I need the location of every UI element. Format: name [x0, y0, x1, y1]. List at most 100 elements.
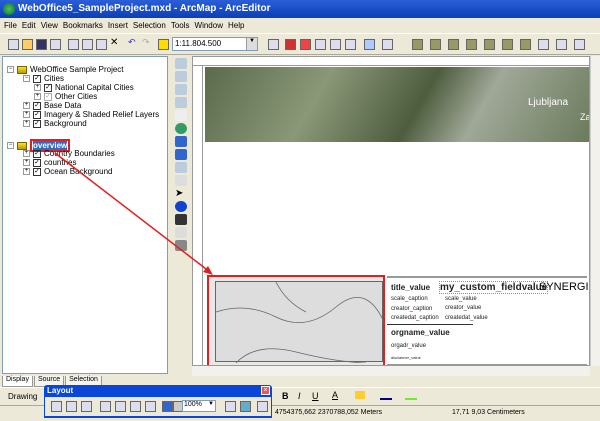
zoom-combo[interactable]: 100% ▼ [182, 400, 216, 412]
menu-edit[interactable]: Edit [22, 21, 36, 30]
collapse-icon[interactable]: − [7, 142, 14, 149]
zoom-out-page-icon[interactable] [66, 401, 77, 412]
model-icon[interactable] [330, 39, 341, 50]
tool-icon[interactable] [382, 39, 393, 50]
vertical-scrollbar[interactable] [590, 56, 600, 366]
change-layout-icon[interactable] [257, 401, 268, 412]
expand-icon[interactable]: + [23, 150, 30, 157]
back-icon[interactable] [175, 136, 187, 147]
whats-this-icon[interactable] [345, 39, 356, 50]
drawing-menu[interactable]: Drawing [8, 392, 37, 401]
toc-layer-cities[interactable]: − ✓ Cities [23, 74, 64, 83]
copy-icon[interactable] [82, 39, 93, 50]
save-icon[interactable] [36, 39, 47, 50]
zoom-in-page-icon[interactable] [51, 401, 62, 412]
marker-color-icon[interactable] [405, 398, 417, 400]
delete-icon[interactable]: ✕ [110, 37, 121, 48]
menu-view[interactable]: View [41, 21, 58, 30]
paste-icon[interactable] [96, 39, 107, 50]
fixed-zoom-in-icon[interactable] [100, 401, 111, 412]
fixed-zoom-in-icon[interactable] [175, 84, 187, 95]
toc-layer-base[interactable]: + ✓ Base Data [23, 101, 81, 110]
zoom-100-icon[interactable] [145, 401, 156, 412]
toc-layer-imagery[interactable]: + ✓ Imagery & Shaded Relief Layers [23, 110, 159, 119]
bold-button[interactable]: B [282, 391, 289, 401]
checkbox[interactable]: ✓ [33, 158, 41, 167]
underline-button[interactable]: U [312, 391, 319, 401]
menu-window[interactable]: Window [195, 21, 223, 30]
checkbox[interactable]: ✓ [44, 92, 52, 101]
pan-page-icon[interactable] [81, 401, 92, 412]
select-elements-icon[interactable]: ➤ [175, 188, 187, 199]
fill-color-icon[interactable] [355, 391, 365, 399]
hyperlink-icon[interactable] [175, 240, 187, 251]
font-color-icon[interactable]: A [332, 390, 338, 400]
measure-icon[interactable] [175, 227, 187, 238]
find-icon[interactable] [175, 214, 187, 225]
layout-edit-icon[interactable] [364, 39, 375, 50]
line-color-icon[interactable] [380, 398, 392, 400]
layout-view[interactable]: Ljubljana Zag title_value my_custom_fiel… [192, 56, 590, 366]
align-icon[interactable] [484, 39, 495, 50]
toc-layer-other[interactable]: + ✓ Other Cities [34, 92, 97, 101]
zoom-out-icon[interactable] [175, 71, 187, 82]
expand-icon[interactable]: + [23, 102, 30, 109]
align-icon[interactable] [412, 39, 423, 50]
checkbox[interactable]: ✓ [33, 101, 41, 110]
align-icon[interactable] [466, 39, 477, 50]
chevron-down-icon[interactable]: ▼ [208, 401, 214, 407]
grid-icon[interactable] [538, 39, 549, 50]
checkbox[interactable]: ✓ [33, 149, 41, 158]
toc-dataframe-webofffice[interactable]: − WebOffice Sample Project [7, 65, 124, 74]
new-icon[interactable] [8, 39, 19, 50]
open-icon[interactable] [22, 39, 33, 50]
horizontal-scrollbar[interactable] [192, 366, 590, 376]
print-icon[interactable] [50, 39, 61, 50]
cut-icon[interactable] [68, 39, 79, 50]
identify-icon[interactable] [175, 201, 187, 212]
fixed-zoom-out-icon[interactable] [115, 401, 126, 412]
menu-selection[interactable]: Selection [133, 21, 166, 30]
full-extent-icon[interactable] [175, 123, 187, 134]
forward-icon[interactable] [175, 149, 187, 160]
expand-icon[interactable]: + [23, 111, 30, 118]
focus-data-frame-icon[interactable] [240, 401, 251, 412]
close-icon[interactable]: × [261, 386, 270, 395]
toggle-draft-icon[interactable] [225, 401, 236, 412]
layout-toolbar[interactable]: Layout × 100% ▼ [44, 385, 272, 418]
command-line-icon[interactable] [315, 39, 326, 50]
checkbox[interactable]: ✓ [33, 110, 41, 119]
map-scale-combo[interactable]: 1:11.804.500 ▼ [172, 37, 258, 51]
overview-map-frame[interactable] [207, 275, 385, 365]
zoom-in-icon[interactable] [175, 58, 187, 69]
menu-bookmarks[interactable]: Bookmarks [63, 21, 103, 30]
redo-icon[interactable]: ↷ [142, 37, 153, 48]
menu-tools[interactable]: Tools [171, 21, 190, 30]
tab-display[interactable]: Display [2, 376, 33, 387]
expand-icon[interactable]: + [34, 93, 41, 100]
arctoolbox-icon[interactable] [285, 39, 296, 50]
editor-icon[interactable] [268, 39, 279, 50]
checkbox[interactable]: ✓ [33, 167, 41, 176]
chevron-down-icon[interactable]: ▼ [246, 38, 257, 50]
arccatalog-icon[interactable] [300, 39, 311, 50]
toc-layer-national[interactable]: + ✓ National Capital Cities [34, 83, 134, 92]
checkbox[interactable]: ✓ [44, 83, 52, 92]
collapse-icon[interactable]: − [7, 66, 14, 73]
align-icon[interactable] [430, 39, 441, 50]
expand-icon[interactable]: + [34, 84, 41, 91]
toc-layer-countries[interactable]: + ✓ countries [23, 158, 76, 167]
toc-layer-ocean[interactable]: + ✓ Ocean Background [23, 167, 113, 176]
expand-icon[interactable]: + [23, 168, 30, 175]
logo-icon[interactable] [556, 39, 567, 50]
align-icon[interactable] [502, 39, 513, 50]
back-extent-icon[interactable] [162, 401, 173, 412]
collapse-icon[interactable]: − [23, 75, 30, 82]
add-data-icon[interactable] [158, 39, 169, 50]
zoom-whole-page-icon[interactable] [130, 401, 141, 412]
fixed-zoom-out-icon[interactable] [175, 97, 187, 108]
menu-help[interactable]: Help [228, 21, 244, 30]
checkbox[interactable]: ✓ [33, 119, 41, 128]
expand-icon[interactable]: + [23, 159, 30, 166]
main-map-frame[interactable]: Ljubljana Zag [205, 67, 589, 142]
